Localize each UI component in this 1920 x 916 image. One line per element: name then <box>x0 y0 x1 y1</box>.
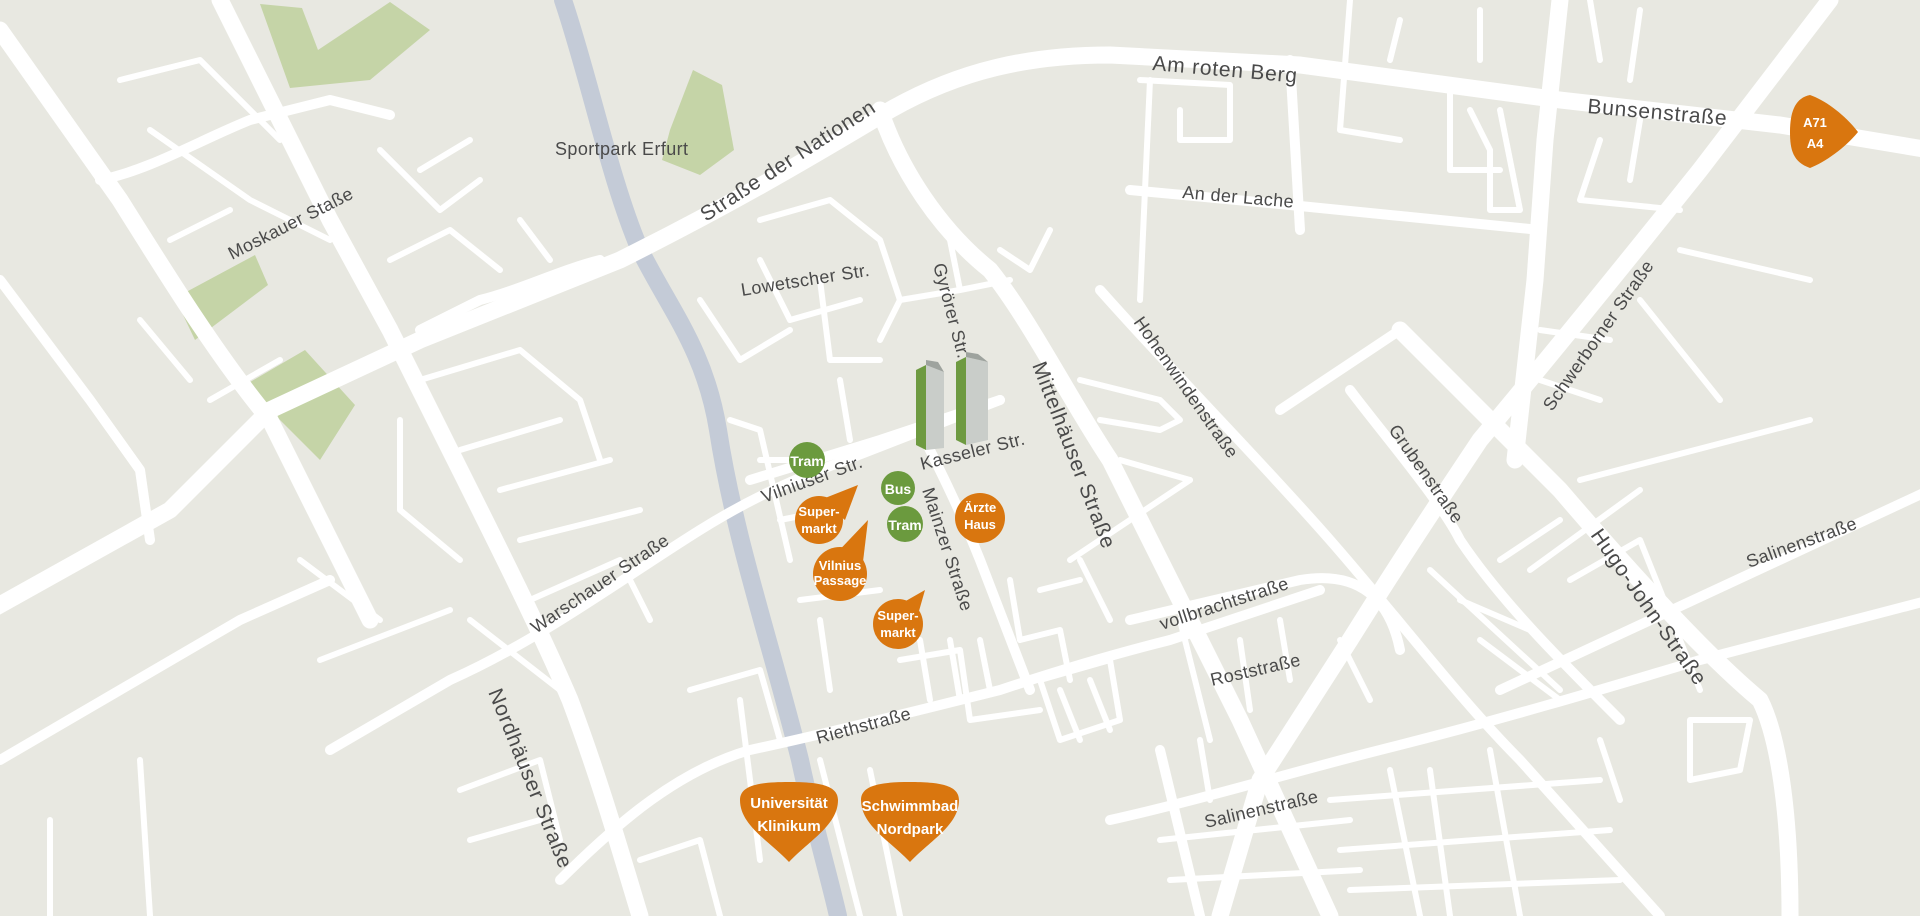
road-warschauer <box>325 395 1005 755</box>
aerztehaus-label-2: Haus <box>964 517 996 532</box>
aerztehaus-marker[interactable]: Ärzte Haus <box>955 493 1005 543</box>
supermarkt-1-label-2: markt <box>801 521 837 536</box>
label-sportpark: Sportpark Erfurt <box>555 139 688 159</box>
label-an-der-lache: An der Lache <box>1182 182 1295 212</box>
label-roststrasse: Roststraße <box>1208 650 1302 690</box>
schwimmbad-marker[interactable]: Schwimmbad Nordpark <box>861 782 959 862</box>
aerztehaus-label-1: Ärzte <box>964 500 997 515</box>
map-canvas: Am roten Berg Bunsenstraße An der Lache … <box>0 0 1920 916</box>
autobahn-label-2: A4 <box>1807 136 1824 151</box>
park-north <box>260 2 430 88</box>
vilnius-passage-label-1: Vilnius <box>819 558 861 573</box>
supermarkt-2-label-1: Super- <box>877 608 918 623</box>
vilnius-passage-label-2: Passage <box>814 573 867 588</box>
supermarkt-1-marker[interactable]: Super- markt <box>795 485 858 544</box>
road-southwest-1 <box>0 575 335 765</box>
uniklinikum-label-2: Klinikum <box>757 818 820 835</box>
tower-1-green <box>916 365 926 450</box>
road-grubenstrasse <box>1275 325 1405 415</box>
road-railway-west <box>0 21 379 629</box>
supermarkt-1-label-1: Super- <box>798 504 839 519</box>
tram-stop-2-label: Tram <box>888 517 921 533</box>
label-bunsenstrasse: Bunsenstraße <box>1587 95 1729 130</box>
road-hugo-john <box>1391 321 1799 916</box>
tower-1-grey <box>926 365 944 450</box>
uniklinikum-label-1: Universität <box>750 795 828 812</box>
label-hugo-john: Hugo-John-Straße <box>1586 525 1711 690</box>
road-south-grid <box>1155 745 1205 916</box>
bus-stop[interactable]: Bus <box>881 471 915 505</box>
road-west-rail <box>0 275 155 545</box>
road-north-left <box>415 255 605 335</box>
label-salinen-east: Salinenstraße <box>1744 513 1860 572</box>
schwimmbad-label-1: Schwimmbad <box>862 798 959 815</box>
tram-stop-1-label: Tram <box>790 453 823 469</box>
tram-stop-2[interactable]: Tram <box>887 506 923 542</box>
supermarkt-2-label-2: markt <box>880 625 916 640</box>
road-moskauer <box>95 95 395 185</box>
secondary-roads <box>0 55 1920 916</box>
tower-2-green <box>956 357 966 445</box>
autobahn-marker[interactable]: A71 A4 <box>1790 95 1858 168</box>
park-sportpark <box>662 70 734 175</box>
label-gyoerer: Gyrörer Str. <box>929 261 974 361</box>
project-buildings <box>916 352 988 450</box>
label-riethstrasse: Riethstraße <box>814 703 913 748</box>
tower-2-grey <box>966 357 988 445</box>
tram-stop-1[interactable]: Tram <box>789 442 825 478</box>
schwimmbad-label-2: Nordpark <box>877 821 944 838</box>
label-hohenwinden: Hohenwindenstraße <box>1130 313 1243 462</box>
label-lowetscher: Lowetscher Str. <box>739 260 871 300</box>
bus-stop-label: Bus <box>885 481 912 497</box>
autobahn-label-1: A71 <box>1803 115 1827 130</box>
street-labels: Am roten Berg Bunsenstraße An der Lache … <box>225 52 1860 872</box>
map[interactable]: Am roten Berg Bunsenstraße An der Lache … <box>0 0 1920 916</box>
